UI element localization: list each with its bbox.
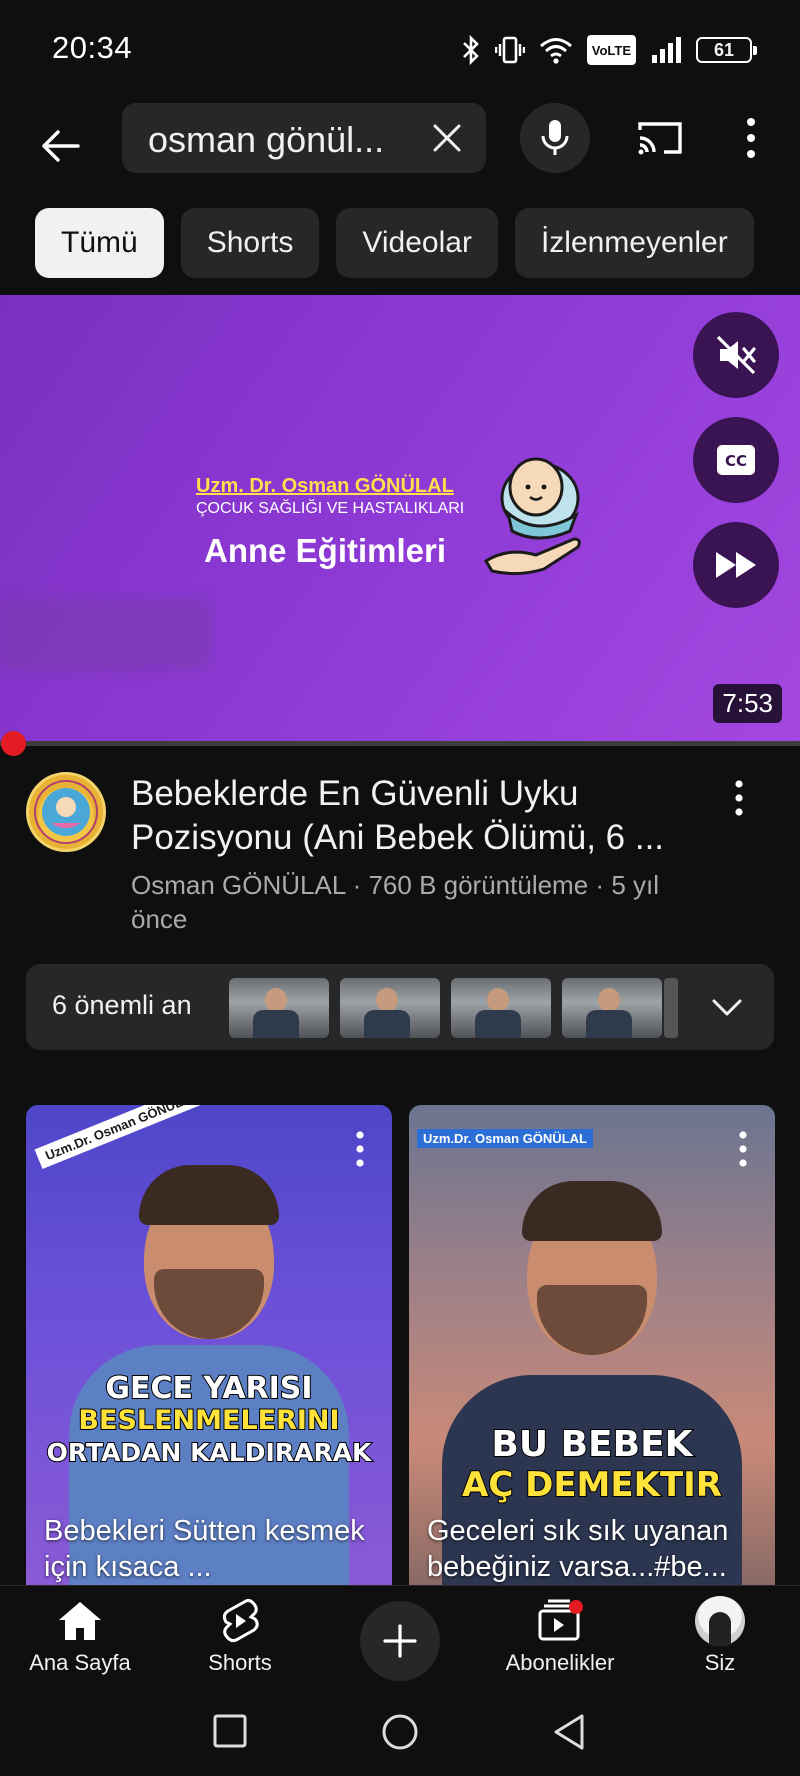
chip-shorts[interactable]: Shorts xyxy=(180,208,320,278)
playback-progress[interactable] xyxy=(0,731,800,756)
moment-thumbnail[interactable] xyxy=(229,978,329,1038)
battery-level: 61 xyxy=(713,39,735,60)
short-overlay-line1: BU BEBEK xyxy=(490,1424,693,1466)
short-card[interactable]: Uzm.Dr. Osman GÖNÜLAL GECE YARISI BESLEN… xyxy=(26,1105,392,1585)
video-more-icon[interactable] xyxy=(724,778,754,818)
status-time: 20:34 xyxy=(52,30,133,65)
captions-button[interactable]: CC xyxy=(693,417,779,503)
chip-videos[interactable]: Videolar xyxy=(336,208,498,278)
search-input[interactable]: osman gönül... xyxy=(122,103,486,173)
thumbnail-brand-name: Uzm. Dr. Osman GÖNÜLAL xyxy=(196,475,454,497)
progress-scrubber[interactable] xyxy=(1,731,26,756)
closed-captions-icon: CC xyxy=(717,445,755,475)
signal-icon xyxy=(650,35,682,65)
filter-chips: Tümü Shorts Videolar İzlenmeyenler xyxy=(35,208,754,278)
key-moments-label: 6 önemli an xyxy=(52,990,192,1020)
channel-sticker: Uzm.Dr. Osman GÖNÜLAL xyxy=(417,1129,593,1148)
chevron-down-icon[interactable] xyxy=(710,992,744,1022)
recent-apps-icon[interactable] xyxy=(212,1713,248,1749)
short-card[interactable]: Uzm.Dr. Osman GÖNÜLAL BU BEBEK AÇ DEMEKT… xyxy=(409,1105,775,1585)
nav-shorts[interactable]: Shorts xyxy=(170,1596,310,1676)
meta-separator: · xyxy=(352,870,362,900)
channel-avatar[interactable] xyxy=(26,772,106,852)
clear-search-icon[interactable] xyxy=(430,121,464,155)
nav-you[interactable]: Siz xyxy=(650,1596,790,1676)
short-caption: Geceleri sık sık uyanan bebeğiniz varsa.… xyxy=(427,1515,729,1583)
battery-icon: 61 xyxy=(696,37,757,63)
video-title[interactable]: Bebeklerde En Güvenli Uyku Pozisyonu (An… xyxy=(131,772,701,860)
chip-unwatched[interactable]: İzlenmeyenler xyxy=(514,208,754,278)
more-options-icon[interactable] xyxy=(736,116,766,160)
fast-forward-icon xyxy=(716,552,756,578)
key-moments-thumbnails xyxy=(229,978,678,1038)
baby-in-hand-icon xyxy=(483,457,581,576)
short-overlay-line1: GECE YARISI xyxy=(104,1371,313,1406)
nav-home-label: Ana Sayfa xyxy=(29,1650,131,1675)
system-navigation xyxy=(0,1691,800,1776)
nav-home[interactable]: Ana Sayfa xyxy=(10,1596,150,1676)
vibrate-icon xyxy=(494,35,525,65)
wifi-icon xyxy=(539,35,573,65)
thumbnail-brand-subtitle: ÇOCUK SAĞLIĞI VE HASTALIKLARI xyxy=(196,500,465,517)
shorts-icon xyxy=(170,1596,310,1646)
status-bar: 20:34 VoLTE 61 xyxy=(0,0,800,100)
back-triangle-icon[interactable] xyxy=(552,1713,586,1751)
volte-badge: VoLTE xyxy=(586,35,636,65)
video-thumbnail-text: Uzm. Dr. Osman GÖNÜLAL ÇOCUK SAĞLIĞI VE … xyxy=(196,475,464,570)
moment-thumbnail[interactable] xyxy=(562,978,662,1038)
short-overlay-line2: AÇ DEMEKTIR xyxy=(461,1464,723,1506)
key-moments-bar[interactable]: 6 önemli an xyxy=(26,964,774,1050)
short-overlay-line3: ORTADAN KALDIRARAK xyxy=(46,1437,373,1468)
search-query: osman gönül... xyxy=(148,119,385,160)
short-more-icon[interactable] xyxy=(350,1129,370,1169)
channel-logo-icon xyxy=(34,780,98,844)
nav-you-label: Siz xyxy=(704,1650,736,1675)
moment-thumbnail[interactable] xyxy=(451,978,551,1038)
short-overlay-line2: BESLENMELERINI xyxy=(77,1404,340,1437)
volume-off-icon xyxy=(716,335,756,375)
microphone-icon xyxy=(541,120,569,155)
back-button[interactable] xyxy=(36,122,84,170)
skip-forward-button[interactable] xyxy=(693,522,779,608)
video-duration: 7:53 xyxy=(713,684,782,723)
channel-sticker: Uzm.Dr. Osman GÖNÜLAL xyxy=(34,1105,210,1169)
channel-name[interactable]: Osman GÖNÜLAL xyxy=(131,870,345,900)
bluetooth-icon xyxy=(461,35,481,65)
create-button[interactable] xyxy=(360,1601,440,1681)
mute-button[interactable] xyxy=(693,312,779,398)
status-icons: VoLTE 61 xyxy=(461,30,757,70)
plus-icon xyxy=(383,1624,417,1658)
svg-text:CC: CC xyxy=(725,452,747,470)
voice-search-button[interactable] xyxy=(520,103,590,173)
moment-thumbnail[interactable] xyxy=(340,978,440,1038)
view-count: 760 B görüntüleme xyxy=(368,870,589,900)
home-icon xyxy=(10,1596,150,1646)
home-circle-icon[interactable] xyxy=(381,1713,419,1751)
nav-shorts-label: Shorts xyxy=(208,1650,272,1675)
video-player[interactable]: Uzm. Dr. Osman GÖNÜLAL ÇOCUK SAĞLIĞI VE … xyxy=(0,295,800,745)
cast-icon[interactable] xyxy=(634,118,686,158)
search-header: osman gönül... xyxy=(0,100,800,200)
bottom-navigation: Ana Sayfa Shorts Abonelikler Siz xyxy=(0,1585,800,1691)
nav-subscriptions-label: Abonelikler xyxy=(505,1650,615,1675)
nav-subscriptions[interactable]: Abonelikler xyxy=(490,1596,630,1676)
short-more-icon[interactable] xyxy=(733,1129,753,1169)
profile-avatar xyxy=(695,1596,745,1646)
subscriptions-icon xyxy=(490,1596,630,1646)
meta-separator: · xyxy=(595,870,605,900)
arrow-left-icon xyxy=(42,130,80,162)
chip-all[interactable]: Tümü xyxy=(35,208,164,278)
video-metadata: Osman GÖNÜLAL · 760 B görüntüleme · 5 yı… xyxy=(131,868,721,936)
thumbnail-series-title: Anne Eğitimleri xyxy=(204,532,447,569)
short-caption: Bebekleri Sütten kesmek için kısaca ... xyxy=(44,1515,365,1583)
